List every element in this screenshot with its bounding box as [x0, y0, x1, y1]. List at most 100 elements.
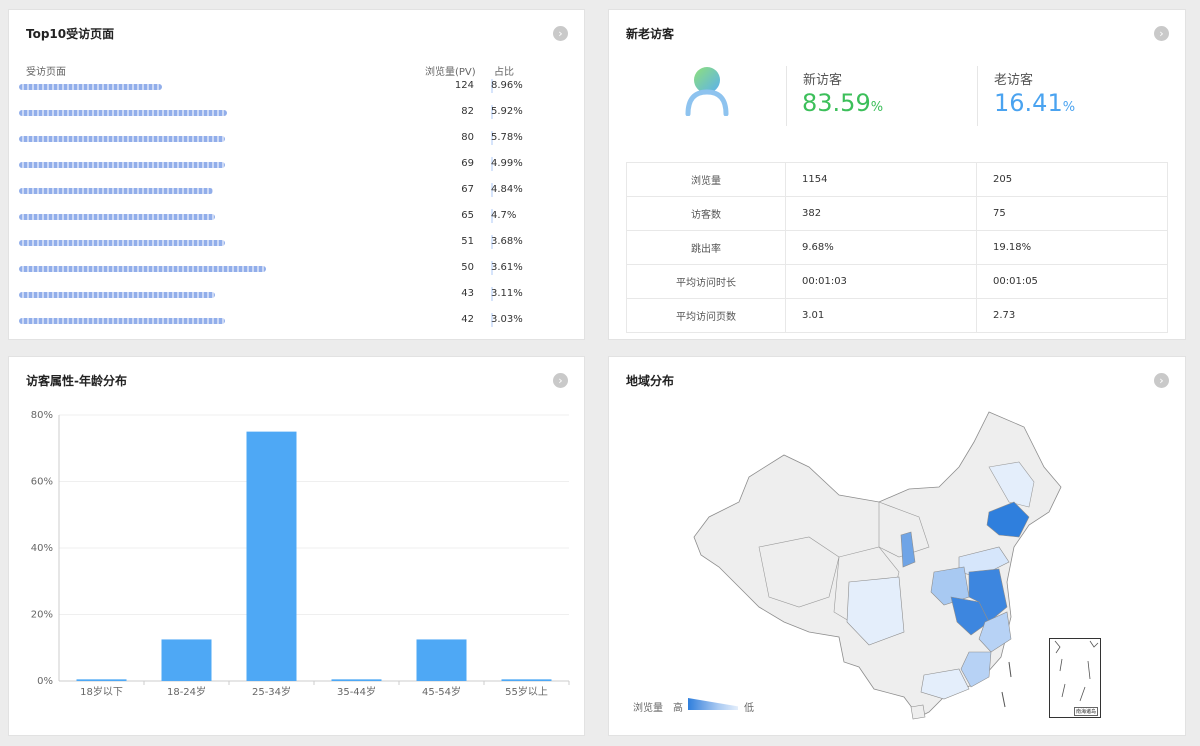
ratio-value: 3.68%	[491, 236, 523, 247]
ratio-value: 8.96%	[491, 80, 523, 91]
chevron-right-icon[interactable]: ›	[1154, 373, 1169, 388]
metric-label: 平均访问时长	[626, 264, 786, 299]
chevron-right-icon[interactable]: ›	[1154, 26, 1169, 41]
old-visitor-cell: 19.18%	[976, 230, 1168, 265]
page-url-link[interactable]	[19, 266, 266, 272]
x-tick-label: 55岁以上	[505, 685, 548, 698]
page-url-link[interactable]	[19, 162, 225, 168]
legend-label: 浏览量	[633, 703, 663, 714]
chevron-right-icon[interactable]: ›	[553, 26, 568, 41]
ratio-value: 4.7%	[491, 210, 517, 221]
user-icon	[685, 67, 729, 116]
pv-value: 82	[461, 106, 474, 117]
table-row[interactable]: 80 5.78%	[9, 126, 584, 152]
ratio-value: 3.61%	[491, 262, 523, 273]
y-tick-label: 40%	[31, 543, 53, 554]
new-visitor-label: 新访客	[803, 73, 843, 88]
ratio-value: 3.11%	[491, 288, 523, 299]
ratio-value: 3.03%	[491, 314, 523, 325]
age-card: 访客属性-年龄分布 › 0% 20% 40% 60% 80% 18岁以下 18-24岁 25-…	[8, 356, 585, 736]
pv-value: 67	[461, 184, 474, 195]
region-title: 地域分布	[626, 374, 675, 388]
age-bar[interactable]	[501, 679, 552, 681]
top10-card: Top10受访页面 › 受访页面 浏览量(PV) 占比 124 8.96% 82 5.…	[8, 9, 585, 340]
ratio-value: 4.84%	[491, 184, 523, 195]
age-bar[interactable]	[161, 639, 212, 681]
new-visitor-cell: 1154	[785, 162, 977, 197]
new-visitor-cell: 00:01:03	[785, 264, 977, 299]
south-china-sea-inset: 南海诸岛	[1049, 638, 1101, 718]
legend-low: 低	[744, 703, 754, 714]
metric-label: 平均访问页数	[626, 298, 786, 333]
pv-value: 43	[461, 288, 474, 299]
old-visitor-cell: 00:01:05	[976, 264, 1168, 299]
x-tick-label: 18-24岁	[167, 685, 206, 698]
visitor-compare-table: 浏览量 1154 205 访客数 382 75 跳出率 9.68% 19.18% 平均访问时长 00…	[626, 162, 1168, 333]
y-tick-label: 80%	[31, 410, 53, 421]
page-url-link[interactable]	[19, 214, 215, 220]
table-row[interactable]: 65 4.7%	[9, 204, 584, 230]
table-row[interactable]: 43 3.11%	[9, 282, 584, 308]
pv-value: 124	[454, 80, 474, 91]
page-url-link[interactable]	[19, 188, 213, 194]
divider	[977, 66, 978, 126]
age-bar[interactable]	[331, 679, 382, 681]
y-tick-label: 0%	[37, 676, 53, 687]
table-row[interactable]: 50 3.61%	[9, 256, 584, 282]
table-row[interactable]: 51 3.68%	[9, 230, 584, 256]
page-url-link[interactable]	[19, 318, 225, 324]
table-row[interactable]: 69 4.99%	[9, 152, 584, 178]
china-map	[693, 411, 1062, 720]
x-tick-label: 25-34岁	[252, 685, 291, 698]
map-region-hainan[interactable]	[910, 704, 926, 720]
y-tick-label: 20%	[31, 610, 53, 621]
pv-value: 65	[461, 210, 474, 221]
map-region-base	[693, 411, 1062, 718]
page-url-link[interactable]	[19, 240, 225, 246]
legend-high: 高	[673, 703, 683, 714]
new-visitor-cell: 382	[785, 196, 977, 231]
pv-value: 50	[461, 262, 474, 273]
table-row: 访客数 382 75	[626, 196, 1168, 231]
metric-label: 跳出率	[626, 230, 786, 265]
page-url-link[interactable]	[19, 110, 227, 116]
sea-islands-icon	[1054, 640, 1099, 702]
old-visitor-value: 16.41%	[994, 89, 1076, 117]
ratio-value: 5.92%	[491, 106, 523, 117]
table-row[interactable]: 124 8.96%	[9, 74, 584, 100]
divider	[786, 66, 787, 126]
x-tick-label: 45-54岁	[422, 685, 461, 698]
new-visitor-cell: 9.68%	[785, 230, 977, 265]
ratio-value: 4.99%	[491, 158, 523, 169]
old-visitor-label: 老访客	[994, 73, 1034, 88]
old-visitor-cell: 205	[976, 162, 1168, 197]
visitors-card: 新老访客 › 新访客 83.59% 老访客 16.41% 浏览量 1154 205 访…	[608, 9, 1186, 340]
table-row: 平均访问时长 00:01:03 00:01:05	[626, 264, 1168, 299]
table-row: 浏览量 1154 205	[626, 162, 1168, 197]
metric-label: 访客数	[626, 196, 786, 231]
age-bar[interactable]	[416, 639, 467, 681]
old-visitor-cell: 75	[976, 196, 1168, 231]
pv-value: 69	[461, 158, 474, 169]
new-visitor-cell: 3.01	[785, 298, 977, 333]
pv-value: 51	[461, 236, 474, 247]
table-row: 跳出率 9.68% 19.18%	[626, 230, 1168, 265]
age-bar[interactable]	[76, 679, 127, 681]
ratio-value: 5.78%	[491, 132, 523, 143]
table-row: 平均访问页数 3.01 2.73	[626, 298, 1168, 333]
inset-label: 南海诸岛	[1073, 707, 1098, 716]
table-row[interactable]: 42 3.03%	[9, 308, 584, 334]
metric-label: 浏览量	[626, 162, 786, 197]
x-tick-label: 18岁以下	[80, 685, 123, 698]
page-url-link[interactable]	[19, 292, 215, 298]
age-bar[interactable]	[246, 431, 297, 681]
page-url-link[interactable]	[19, 84, 162, 90]
y-tick-label: 60%	[31, 477, 53, 488]
old-visitor-cell: 2.73	[976, 298, 1168, 333]
new-visitor-value: 83.59%	[802, 89, 884, 117]
pv-value: 80	[461, 132, 474, 143]
top10-title: Top10受访页面	[26, 27, 115, 41]
table-row[interactable]: 82 5.92%	[9, 100, 584, 126]
table-row[interactable]: 67 4.84%	[9, 178, 584, 204]
page-url-link[interactable]	[19, 136, 225, 142]
